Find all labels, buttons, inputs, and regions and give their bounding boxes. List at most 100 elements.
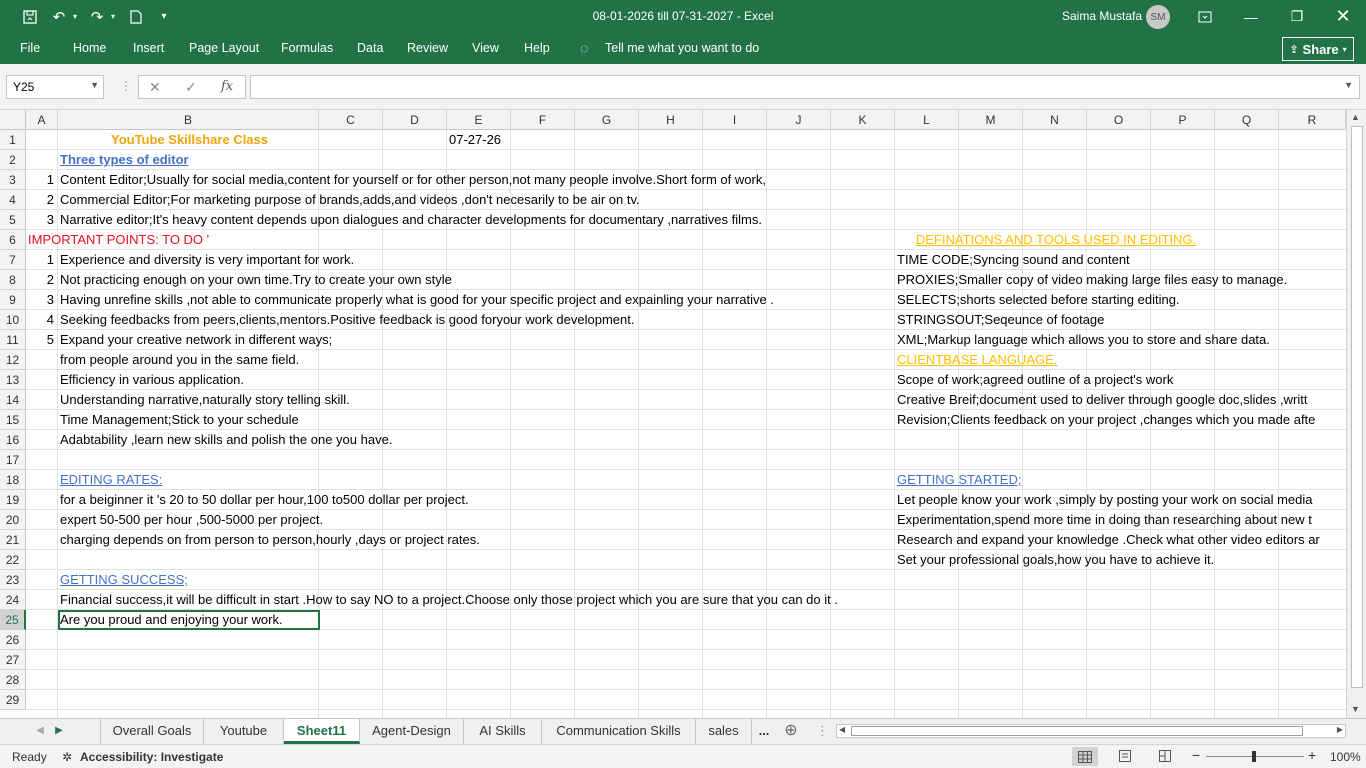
cell-b12[interactable]: from people around you in the same field…: [58, 350, 299, 370]
column-header[interactable]: L: [895, 110, 959, 130]
insert-function-icon[interactable]: fx: [221, 79, 233, 94]
row-header[interactable]: 16: [0, 430, 26, 450]
cell-l11[interactable]: XML;Markup language which allows you to …: [895, 330, 1270, 350]
avatar[interactable]: SM: [1146, 5, 1170, 29]
close-icon[interactable]: ✕: [1320, 0, 1366, 33]
row-header[interactable]: 3: [0, 170, 26, 190]
horizontal-scrollbar[interactable]: ◀ ▶: [836, 724, 1346, 738]
page-break-preview-icon[interactable]: [1158, 749, 1172, 766]
restore-icon[interactable]: ❐: [1274, 0, 1320, 33]
name-box[interactable]: Y25 ▼: [6, 75, 104, 99]
ribbon-display-options-icon[interactable]: [1182, 0, 1228, 33]
cell-b10[interactable]: Seeking feedbacks from peers,clients,men…: [58, 310, 634, 330]
scroll-right-icon[interactable]: ▶: [1337, 725, 1343, 734]
cell-b23[interactable]: GETTING SUCCESS;: [58, 570, 188, 590]
enter-icon[interactable]: ✓: [185, 79, 197, 96]
sheet-tab-agent-design[interactable]: Agent-Design: [360, 719, 464, 744]
row-header[interactable]: 15: [0, 410, 26, 430]
row-header[interactable]: 1: [0, 130, 26, 150]
cell-l22[interactable]: Set your professional goals,how you have…: [895, 550, 1214, 570]
vertical-scrollbar[interactable]: ▲ ▼: [1346, 110, 1366, 718]
share-button[interactable]: ⇪ Share ▾: [1282, 37, 1354, 61]
column-header[interactable]: F: [511, 110, 575, 130]
cell-b7[interactable]: Experience and diversity is very importa…: [58, 250, 354, 270]
cell-b18[interactable]: EDITING RATES:: [58, 470, 162, 490]
minimize-icon[interactable]: —: [1228, 0, 1274, 33]
normal-view-icon[interactable]: [1072, 747, 1098, 766]
formula-input[interactable]: ▼: [250, 75, 1360, 99]
tab-split-handle[interactable]: ⋮: [816, 719, 829, 744]
tab-view[interactable]: View: [472, 41, 499, 55]
zoom-slider-thumb[interactable]: [1252, 751, 1256, 762]
scroll-sheets-right-icon[interactable]: ▶: [50, 719, 68, 744]
cell-b16[interactable]: Adabtability ,learn new skills and polis…: [58, 430, 392, 450]
tab-formulas[interactable]: Formulas: [281, 41, 333, 55]
sheet-tab-ai-skills[interactable]: AI Skills: [464, 719, 542, 744]
cell-b13[interactable]: Efficiency in various application.: [58, 370, 244, 390]
cell-b1[interactable]: YouTube Skillshare Class: [58, 130, 319, 150]
column-header[interactable]: J: [767, 110, 831, 130]
row-header[interactable]: 18: [0, 470, 26, 490]
cell-l18[interactable]: GETTING STARTED;: [895, 470, 1021, 490]
sheet-tab-sales[interactable]: sales: [696, 719, 752, 744]
cell-l10[interactable]: STRINGSOUT;Seqeunce of footage: [895, 310, 1104, 330]
row-header[interactable]: 19: [0, 490, 26, 510]
row-header[interactable]: 29: [0, 690, 26, 710]
cell-b24[interactable]: Financial success,it will be difficult i…: [58, 590, 838, 610]
cell-b4[interactable]: Commercial Editor;For marketing purpose …: [58, 190, 640, 210]
column-header[interactable]: O: [1087, 110, 1151, 130]
zoom-out-icon[interactable]: −: [1192, 747, 1200, 763]
sheet-tab-sheet11[interactable]: Sheet11: [284, 719, 360, 744]
row-header[interactable]: 5: [0, 210, 26, 230]
row-header[interactable]: 4: [0, 190, 26, 210]
cell-b21[interactable]: charging depends on from person to perso…: [58, 530, 480, 550]
tab-file[interactable]: File: [20, 41, 40, 55]
column-header[interactable]: A: [26, 110, 58, 130]
cell-a11[interactable]: 5: [26, 330, 58, 350]
row-header[interactable]: 28: [0, 670, 26, 690]
cell-a6[interactable]: IMPORTANT POINTS: TO DO ': [26, 230, 209, 250]
row-header[interactable]: 17: [0, 450, 26, 470]
sheet-tab-communication-skills[interactable]: Communication Skills: [542, 719, 696, 744]
row-header[interactable]: 26: [0, 630, 26, 650]
cell-l8[interactable]: PROXIES;Smaller copy of video making lar…: [895, 270, 1287, 290]
cell-l12[interactable]: CLIENTBASE LANGUAGE.: [895, 350, 1057, 370]
row-header-selected[interactable]: 25: [0, 610, 26, 630]
cell-a5[interactable]: 3: [26, 210, 58, 230]
cell-l7[interactable]: TIME CODE;Syncing sound and content: [895, 250, 1130, 270]
row-header[interactable]: 8: [0, 270, 26, 290]
column-header[interactable]: P: [1151, 110, 1215, 130]
cell-a10[interactable]: 4: [26, 310, 58, 330]
column-header[interactable]: K: [831, 110, 895, 130]
cell-a8[interactable]: 2: [26, 270, 58, 290]
accessibility-icon[interactable]: ✲: [62, 750, 72, 764]
cell-l19[interactable]: Let people know your work ,simply by pos…: [895, 490, 1312, 510]
cell-a3[interactable]: 1: [26, 170, 58, 190]
cell-b19[interactable]: for a beiginner it 's 20 to 50 dollar pe…: [58, 490, 469, 510]
row-header[interactable]: 12: [0, 350, 26, 370]
row-header[interactable]: 10: [0, 310, 26, 330]
scroll-sheets-left-icon[interactable]: ◀: [30, 719, 50, 744]
cancel-icon[interactable]: ✕: [149, 79, 161, 96]
scroll-left-icon[interactable]: ◀: [839, 725, 845, 734]
cell-a9[interactable]: 3: [26, 290, 58, 310]
cell-b9[interactable]: Having unrefine skills ,not able to comm…: [58, 290, 774, 310]
cell-b20[interactable]: expert 50-500 per hour ,500-5000 per pro…: [58, 510, 323, 530]
add-sheet-icon[interactable]: ⊕: [780, 719, 802, 744]
column-header[interactable]: C: [319, 110, 383, 130]
tab-help[interactable]: Help: [524, 41, 550, 55]
cell-l6[interactable]: DEFINATIONS AND TOOLS USED IN EDITING.: [895, 230, 1215, 250]
zoom-level[interactable]: 100%: [1330, 750, 1361, 764]
cell-a4[interactable]: 2: [26, 190, 58, 210]
row-header[interactable]: 6: [0, 230, 26, 250]
row-header[interactable]: 24: [0, 590, 26, 610]
cell-l9[interactable]: SELECTS;shorts selected before starting …: [895, 290, 1180, 310]
row-header[interactable]: 2: [0, 150, 26, 170]
cell-l20[interactable]: Experimentation,spend more time in doing…: [895, 510, 1312, 530]
formula-bar-splitter[interactable]: ⋮: [120, 79, 132, 93]
cell-b8[interactable]: Not practicing enough on your own time.T…: [58, 270, 452, 290]
column-header[interactable]: N: [1023, 110, 1087, 130]
column-header[interactable]: H: [639, 110, 703, 130]
worksheet-grid[interactable]: A B C D E F G H I J K L M N O P Q R 1 2 …: [0, 110, 1346, 718]
tell-me-search[interactable]: Tell me what you want to do: [605, 41, 759, 55]
